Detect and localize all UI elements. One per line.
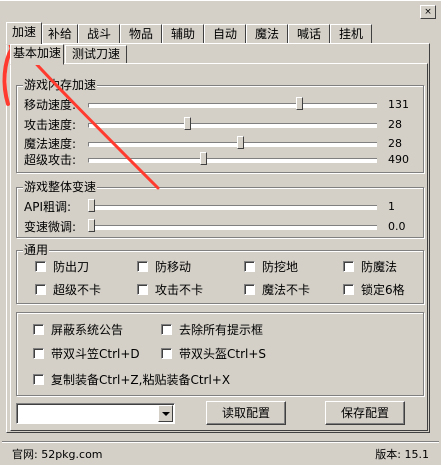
close-icon: × [424,7,432,17]
chevron-down-icon[interactable] [158,405,173,422]
slider-thumb[interactable] [200,152,208,168]
checkbox-label: 魔法不卡 [262,283,311,297]
slider-value: 490 [388,153,409,166]
checkbox[interactable] [137,261,148,272]
checkbox[interactable] [244,261,255,272]
slider-label: API粗调: [24,200,72,214]
checkbox-label: 锁定6格 [361,283,405,297]
slider-thumb[interactable] [88,199,95,215]
window-top-edge [0,0,441,1]
group-title: 游戏整体变速 [23,180,98,194]
save-config-button[interactable]: 保存配置 [325,401,405,425]
group-title: 游戏内存加速 [23,78,98,92]
slider-label: 超级攻击: [24,153,77,167]
slider-track[interactable] [88,158,377,163]
checkbox-label: 防出刀 [53,260,90,274]
slider-track[interactable] [88,103,377,108]
checkbox-label: 带双头盔Ctrl+S [179,347,267,361]
status-bar: 官网: 52pkg.com 版本: 15.1 [0,441,441,465]
status-site: 官网: 52pkg.com [12,448,103,461]
checkbox-label: 去除所有提示框 [179,323,264,337]
tab-combat[interactable]: 战斗 [78,24,120,44]
status-separator [2,441,439,443]
speed_group-slider-row: 移动速度: 131 [24,97,441,113]
slider-value: 28 [388,137,402,150]
slider-thumb[interactable] [295,97,303,113]
checkbox[interactable] [35,261,46,272]
slider-label: 攻击速度: [24,118,77,132]
tab-items[interactable]: 物品 [120,24,162,44]
checkbox[interactable] [33,324,44,335]
checkbox-label: 防魔法 [361,260,398,274]
checkbox-label: 防挖地 [262,260,299,274]
slider-track[interactable] [88,205,377,210]
checkbox-label: 超级不卡 [53,283,102,297]
group-title: 通用 [23,243,50,257]
slider-thumb[interactable] [183,117,191,133]
overall_group-slider-row: API粗调: 1 [24,199,441,215]
overall_group-slider-row: 变速微调: 0.0 [24,219,441,235]
slider-track[interactable] [88,225,377,230]
speed_group-slider-row: 魔法速度: 28 [24,136,441,152]
checkbox[interactable] [35,284,46,295]
checkbox-label: 防移动 [155,260,192,274]
load-config-button[interactable]: 读取配置 [206,401,286,425]
slider-value: 0.0 [388,220,406,233]
subtab-basic-speed[interactable]: 基本加速 [10,44,64,65]
subtab-test-blade-speed[interactable]: 测试刀速 [65,45,127,64]
tab-supply[interactable]: 补给 [42,24,78,44]
checkbox-label: 屏蔽系统公告 [51,323,124,337]
checkbox[interactable] [161,348,172,359]
slider-label: 变速微调: [24,220,77,234]
slider-label: 魔法速度: [24,137,77,151]
speed_group-slider-row: 超级攻击: 490 [24,152,441,168]
close-button[interactable]: × [420,5,436,19]
checkbox[interactable] [244,284,255,295]
tab-magic[interactable]: 魔法 [246,24,288,44]
slider-thumb[interactable] [236,136,244,152]
checkbox[interactable] [33,348,44,359]
tab-idle[interactable]: 挂机 [330,24,372,44]
speed_group-slider-row: 攻击速度: 28 [24,117,441,133]
slider-value: 28 [388,118,402,131]
checkbox-label: 攻击不卡 [155,283,204,297]
config-combo[interactable] [16,403,175,424]
tab-auto[interactable]: 自动 [204,24,246,44]
slider-value: 1 [388,200,395,213]
slider-label: 移动速度: [24,98,77,112]
checkbox[interactable] [161,324,172,335]
checkbox-label: 带双斗笠Ctrl+D [51,347,140,361]
slider-track[interactable] [88,123,377,128]
slider-thumb[interactable] [88,219,95,235]
status-version: 版本: 15.1 [375,448,429,461]
tab-assist[interactable]: 辅助 [162,24,204,44]
checkbox[interactable] [137,284,148,295]
checkbox-label: 复制装备Ctrl+Z,粘贴装备Ctrl+X [51,373,231,387]
checkbox[interactable] [33,374,44,385]
tab-shout[interactable]: 喊话 [288,24,330,44]
checkbox[interactable] [343,284,354,295]
checkbox[interactable] [343,261,354,272]
slider-track[interactable] [88,142,377,147]
slider-value: 131 [388,98,409,111]
tab-speed[interactable]: 加速 [6,22,42,45]
